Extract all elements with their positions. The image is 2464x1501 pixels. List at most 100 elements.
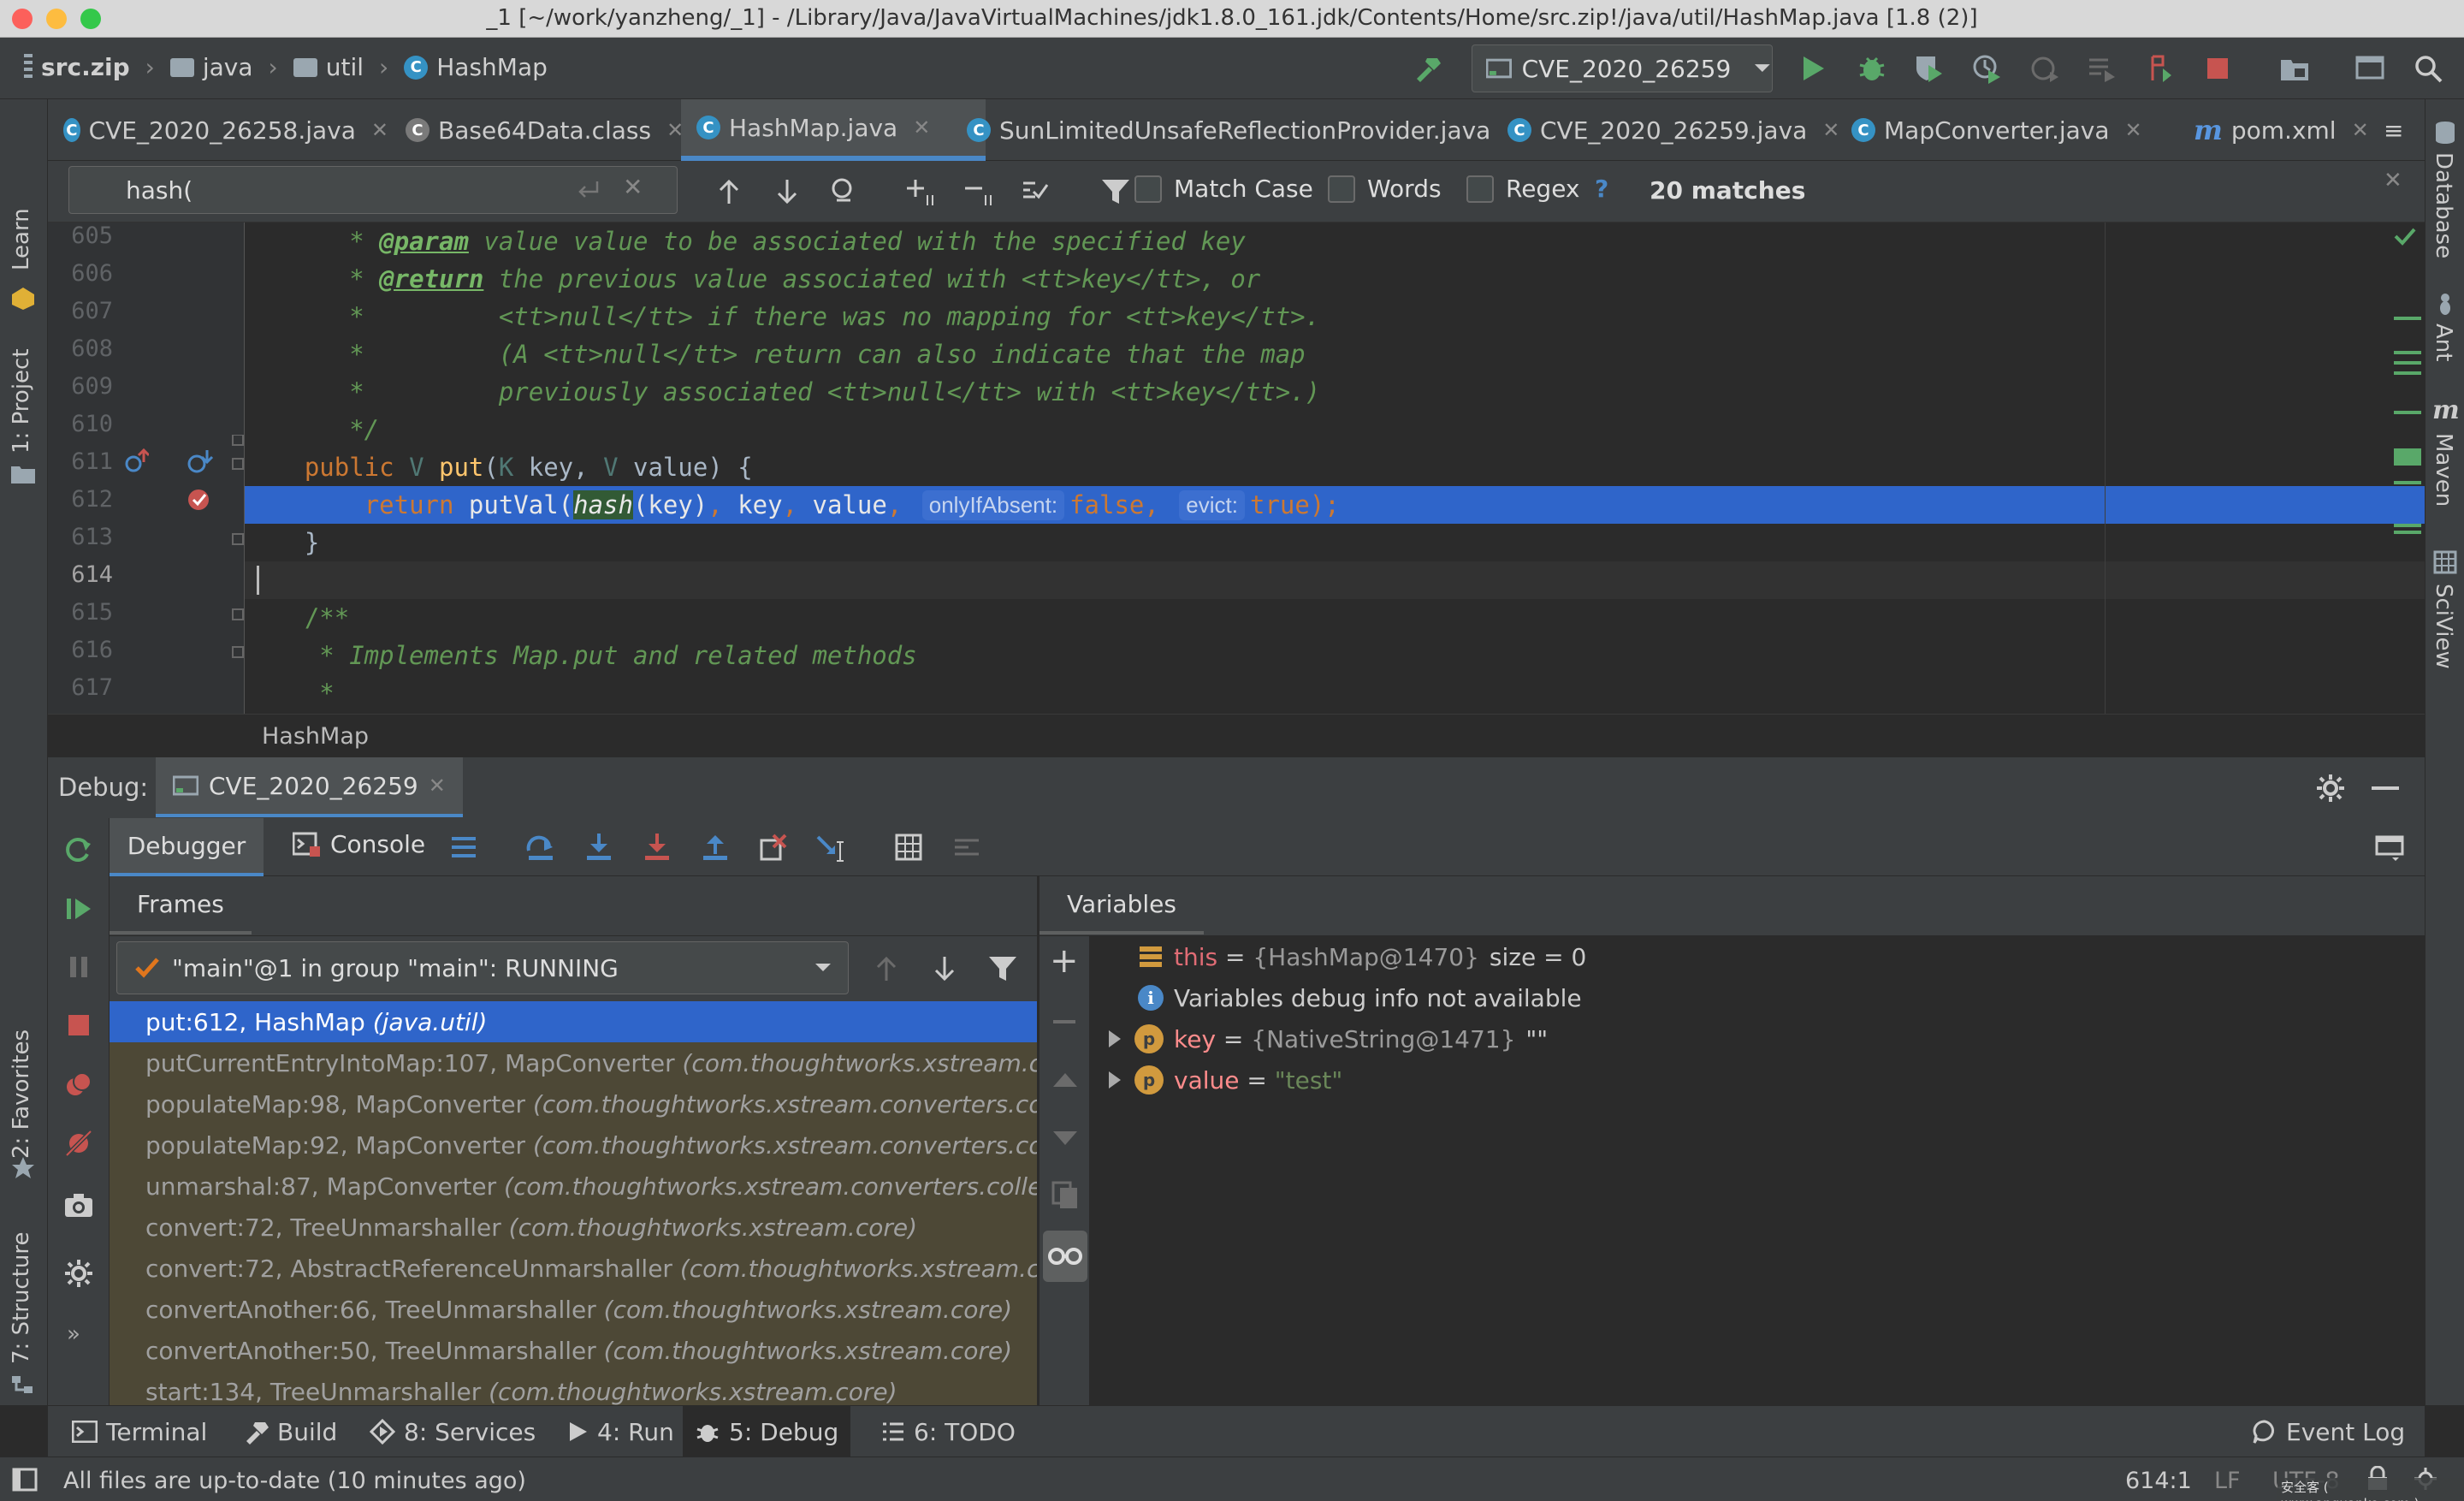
- regex-help-icon[interactable]: ?: [1595, 175, 1608, 203]
- code-editor[interactable]: * @param value value to be associated wi…: [245, 222, 2425, 714]
- previous-occurrence-icon[interactable]: [714, 176, 744, 207]
- close-tab-icon[interactable]: ✕: [913, 116, 930, 139]
- pause-program-icon[interactable]: [63, 952, 94, 982]
- tab-overflow-menu[interactable]: ≡: [2368, 99, 2425, 161]
- tab-sunlimitedunsafereflectionprovider[interactable]: C SunLimitedUnsafeReflectionProvider.jav…: [951, 99, 1526, 161]
- project-structure-icon[interactable]: [2279, 53, 2310, 84]
- thread-select[interactable]: "main"@1 in group "main": RUNNING: [116, 941, 849, 994]
- filter-icon[interactable]: [987, 953, 1018, 984]
- duplicate-watch-icon[interactable]: [1050, 1179, 1081, 1210]
- tool-tab-services[interactable]: 8: Services: [358, 1406, 548, 1457]
- minimize-panel-icon[interactable]: [2372, 786, 2399, 790]
- run-configuration-select[interactable]: CVE_2020_26259: [1472, 44, 1773, 92]
- force-step-into-icon[interactable]: [642, 832, 672, 863]
- camera-icon[interactable]: [63, 1190, 94, 1220]
- close-tab-icon[interactable]: ✕: [371, 118, 388, 142]
- view-breakpoints-icon[interactable]: [63, 1070, 94, 1101]
- tool-tab-terminal[interactable]: Terminal: [60, 1406, 219, 1457]
- tool-window-sciview[interactable]: SciView: [2431, 584, 2456, 669]
- expand-arrow-icon[interactable]: [1104, 1070, 1124, 1090]
- run-to-cursor-disabled-icon[interactable]: [2086, 53, 2117, 84]
- frame-item[interactable]: convertAnother:50, TreeUnmarshaller (com…: [110, 1330, 1037, 1371]
- gear-icon[interactable]: [2315, 773, 2346, 804]
- new-line-icon[interactable]: [575, 178, 602, 204]
- move-watch-up-icon[interactable]: [1050, 1065, 1081, 1095]
- close-tab-icon[interactable]: ✕: [2125, 118, 2142, 142]
- select-all-occurrences-icon[interactable]: [1022, 176, 1052, 207]
- step-over-icon[interactable]: [525, 832, 556, 863]
- tool-window-favorites[interactable]: 2: Favorites: [9, 1029, 34, 1159]
- restore-layout-icon[interactable]: [2375, 832, 2406, 863]
- stop-icon[interactable]: [63, 1010, 94, 1041]
- variable-row-this[interactable]: this = {HashMap@1470} size = 0: [1138, 936, 1586, 977]
- tab-debugger[interactable]: Debugger: [110, 818, 264, 876]
- trace-current-stream-icon[interactable]: [951, 832, 982, 863]
- frame-item[interactable]: start:134, TreeUnmarshaller (com.thought…: [110, 1371, 1037, 1406]
- remove-occurrence-icon[interactable]: [963, 176, 994, 207]
- move-watch-down-icon[interactable]: [1050, 1123, 1081, 1154]
- step-out-icon[interactable]: [700, 832, 731, 863]
- add-occurrence-icon[interactable]: [905, 176, 936, 207]
- add-watch-icon[interactable]: +: [1050, 941, 1079, 981]
- attach-debugger-icon[interactable]: [2029, 53, 2060, 84]
- run-with-coverage-icon[interactable]: [1913, 53, 1944, 84]
- close-search-icon[interactable]: ✕: [2384, 168, 2402, 193]
- rerun-icon[interactable]: [63, 834, 94, 864]
- profiler-icon[interactable]: [1971, 53, 2002, 84]
- frame-item[interactable]: populateMap:98, MapConverter (com.though…: [110, 1083, 1037, 1124]
- tab-cve-2020-26258[interactable]: C CVE_2020_26258.java ✕: [48, 99, 388, 161]
- step-into-icon[interactable]: [583, 832, 614, 863]
- remove-watch-icon[interactable]: [1053, 1020, 1075, 1023]
- debug-bug-icon[interactable]: [1857, 53, 1887, 84]
- rerun-icon[interactable]: [2144, 53, 2175, 84]
- next-frame-icon[interactable]: [929, 953, 960, 984]
- mute-breakpoints-icon[interactable]: [63, 1128, 94, 1159]
- tool-window-ant[interactable]: Ant: [2431, 323, 2456, 361]
- close-tab-icon[interactable]: ✕: [429, 774, 446, 798]
- match-case-checkbox[interactable]: Match Case: [1134, 175, 1313, 203]
- tab-console[interactable]: Console: [293, 830, 425, 858]
- breakpoint-icon[interactable]: [185, 484, 214, 513]
- breadcrumb-class[interactable]: HashMap: [262, 723, 369, 750]
- frame-item[interactable]: unmarshal:87, MapConverter (com.thoughtw…: [110, 1166, 1037, 1207]
- line-separator[interactable]: LF: [2214, 1468, 2241, 1494]
- drop-frame-icon[interactable]: [758, 832, 789, 863]
- next-occurrence-icon[interactable]: [772, 176, 803, 207]
- words-checkbox[interactable]: Words: [1328, 175, 1442, 203]
- find-all-occurrences-icon[interactable]: [828, 176, 859, 207]
- overrides-method-icon[interactable]: [123, 447, 149, 476]
- frame-item[interactable]: convert:72, TreeUnmarshaller (com.though…: [110, 1207, 1037, 1248]
- caret-position[interactable]: 614:1: [2125, 1468, 2192, 1494]
- tool-window-structure[interactable]: 7: Structure: [9, 1231, 34, 1364]
- tool-window-project[interactable]: 1: Project: [9, 348, 34, 454]
- fold-markers-icon[interactable]: [231, 435, 245, 709]
- search-everywhere-icon[interactable]: [2413, 53, 2443, 84]
- run-icon[interactable]: [1797, 53, 1827, 84]
- frame-item[interactable]: convert:72, AbstractReferenceUnmarshalle…: [110, 1248, 1037, 1289]
- build-hammer-icon[interactable]: [1412, 53, 1442, 84]
- show-watches-toggle[interactable]: [1043, 1231, 1087, 1282]
- more-actions-icon[interactable]: »: [67, 1321, 80, 1347]
- tab-pom-xml[interactable]: m pom.xml ✕: [2178, 99, 2392, 161]
- evaluate-expression-icon[interactable]: [893, 832, 924, 863]
- tool-tab-run[interactable]: 4: Run: [554, 1406, 686, 1457]
- resume-program-icon[interactable]: [63, 893, 94, 924]
- event-log-button[interactable]: Event Log: [2240, 1406, 2417, 1457]
- tab-base64data[interactable]: C Base64Data.class ✕: [390, 99, 714, 161]
- toggle-tool-windows-icon[interactable]: [12, 1468, 38, 1492]
- presentation-mode-icon[interactable]: [2354, 53, 2385, 84]
- gear-icon[interactable]: [63, 1258, 94, 1289]
- tool-tab-todo[interactable]: 6: TODO: [869, 1406, 1028, 1457]
- previous-frame-icon[interactable]: [871, 953, 902, 984]
- variable-row-key[interactable]: p key = {NativeString@1471} "": [1104, 1018, 1548, 1059]
- tab-hashmap[interactable]: C HashMap.java ✕: [681, 99, 986, 161]
- tool-window-database[interactable]: Database: [2431, 152, 2456, 258]
- breadcrumb-util[interactable]: util ›: [293, 53, 388, 81]
- tab-mapconverter[interactable]: C MapConverter.java ✕: [1836, 99, 2199, 161]
- close-tab-icon[interactable]: ✕: [2352, 118, 2369, 142]
- frame-item[interactable]: convertAnother:66, TreeUnmarshaller (com…: [110, 1289, 1037, 1330]
- clear-search-icon[interactable]: ✕: [623, 173, 643, 201]
- breadcrumb-hashmap[interactable]: C HashMap: [404, 53, 548, 81]
- tool-tab-debug[interactable]: 5: Debug: [683, 1406, 851, 1457]
- frame-item[interactable]: put:612, HashMap (java.util): [110, 1001, 1037, 1042]
